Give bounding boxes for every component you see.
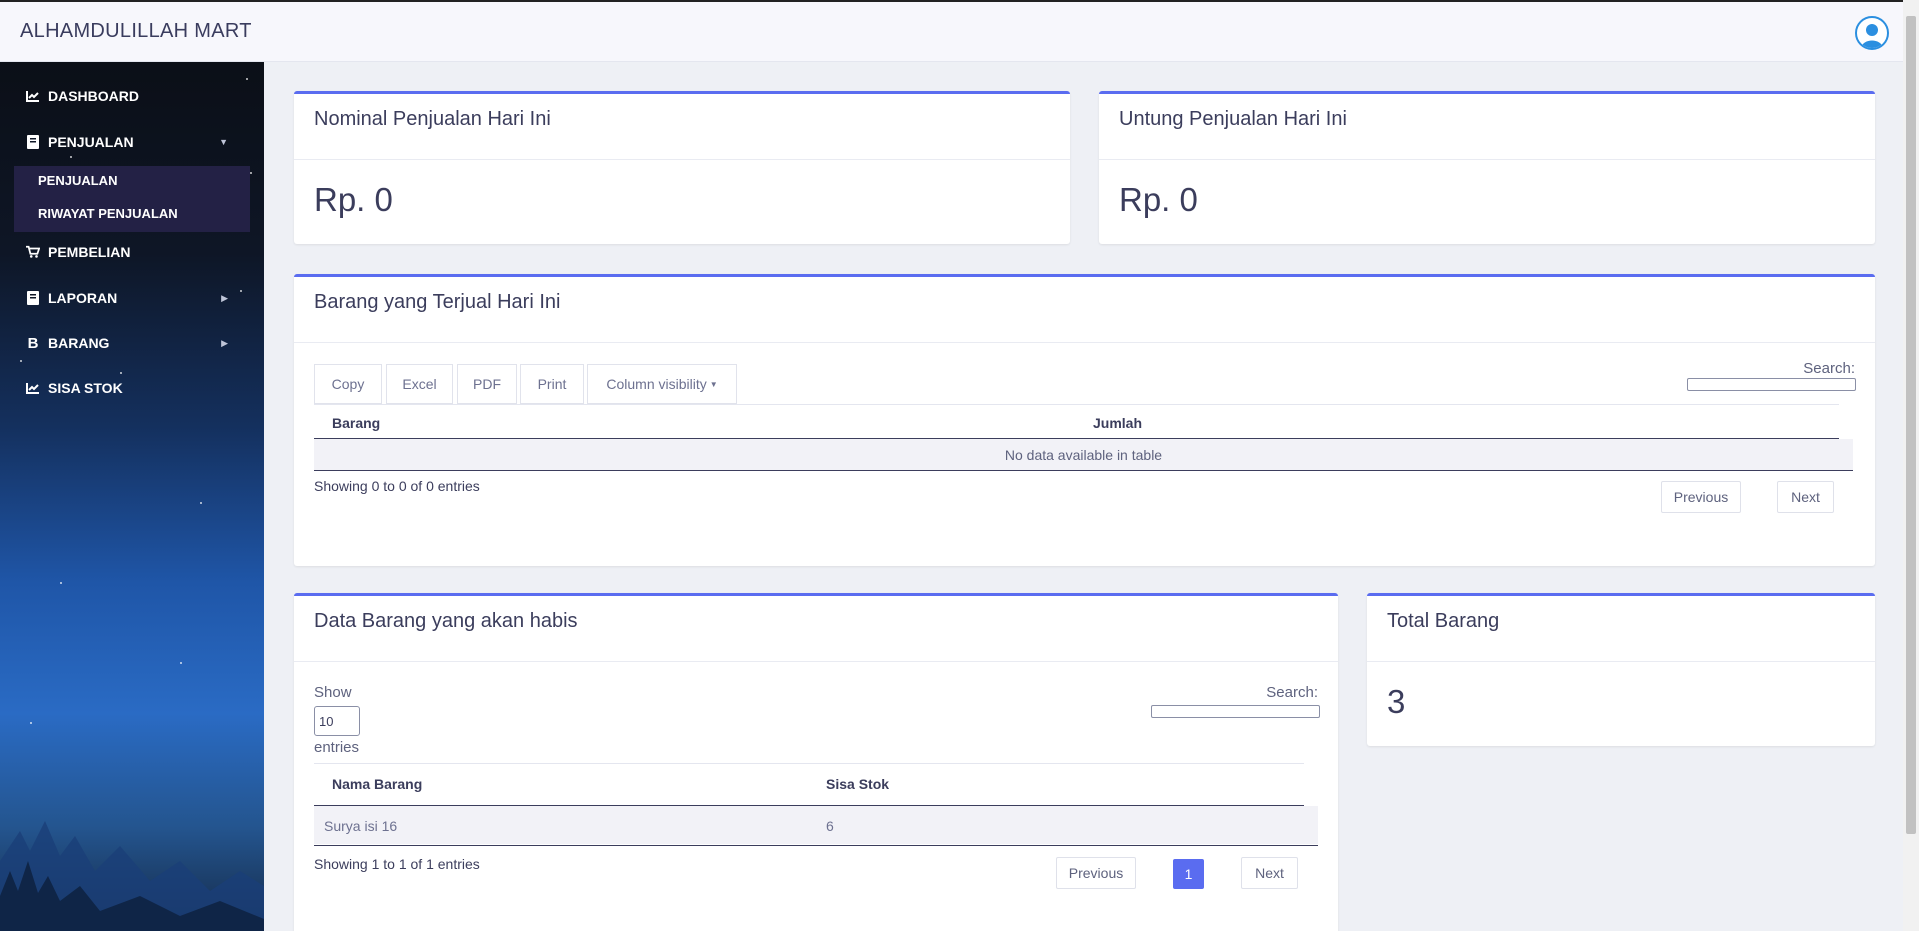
mountain-trees-decoration [0,821,264,931]
sidebar-item-laporan[interactable]: LAPORAN ▶ [0,280,264,316]
sidebar-item-label: BARANG [48,335,110,351]
caret-right-icon: ▶ [221,292,228,303]
copy-button[interactable]: Copy [314,364,382,404]
column-visibility-button[interactable]: Column visibility ▼ [587,364,737,404]
card-divider [1367,661,1875,662]
top-navbar: ALHAMDULILLAH MART [0,0,1903,62]
card-divider [294,661,1338,662]
bitcoin-b-icon: B [27,334,39,352]
search-input[interactable] [1687,378,1856,391]
user-avatar-icon[interactable] [1855,16,1889,50]
sidebar-item-barang[interactable]: B BARANG ▶ [0,325,264,361]
table-info: Showing 1 to 1 of 1 entries [314,856,480,872]
total-barang-value: 3 [1387,683,1406,720]
excel-button[interactable]: Excel [386,364,453,404]
search-input[interactable] [1151,705,1320,718]
sidebar-item-sisa-stok[interactable]: SISA STOK [0,370,264,406]
card-divider [1099,159,1875,160]
card-divider [294,342,1875,343]
pdf-button[interactable]: PDF [457,364,517,404]
book-icon [26,135,40,149]
column-header-barang[interactable]: Barang [332,415,380,431]
sidebar-item-pembelian[interactable]: PEMBELIAN [0,234,264,270]
nominal-value: Rp. 0 [314,181,393,218]
column-header-jumlah[interactable]: Jumlah [1093,415,1142,431]
show-label: Show [314,684,352,701]
nominal-penjualan-card: Nominal Penjualan Hari Ini Rp. 0 [294,91,1070,244]
book-icon [26,291,40,305]
next-page-button[interactable]: Next [1777,481,1834,513]
previous-page-button[interactable]: Previous [1056,857,1136,889]
table-top-border [314,404,1839,405]
scrollbar-thumb[interactable] [1906,16,1916,834]
column-header-sisa-stok[interactable]: Sisa Stok [826,776,889,792]
empty-table-message: No data available in table [1004,447,1163,463]
search-label: Search: [1266,684,1318,701]
app-title[interactable]: ALHAMDULILLAH MART [20,20,252,43]
submenu-item-riwayat-penjualan[interactable]: RIWAYAT PENJUALAN [38,206,178,221]
page-1-button[interactable]: 1 [1173,859,1204,889]
untung-penjualan-card: Untung Penjualan Hari Ini Rp. 0 [1099,91,1875,244]
table-row[interactable]: Surya isi 16 6 [314,806,1318,844]
barang-terjual-card: Barang yang Terjual Hari Ini Copy Excel … [294,274,1875,566]
sidebar-item-penjualan[interactable]: PENJUALAN ▼ [0,124,264,160]
total-barang-card: Total Barang 3 [1367,593,1875,746]
card-divider [294,159,1070,160]
entries-label: entries [314,739,360,756]
card-title: Data Barang yang akan habis [314,610,578,632]
table-bottom-border [314,470,1853,471]
card-title: Total Barang [1387,610,1500,632]
next-page-button[interactable]: Next [1241,857,1298,889]
search-label: Search: [1803,360,1855,377]
sidebar-item-label: PEMBELIAN [48,244,131,260]
chart-line-icon [26,89,40,103]
sidebar-item-label: LAPORAN [48,290,118,306]
card-title: Untung Penjualan Hari Ini [1119,108,1347,130]
previous-page-button[interactable]: Previous [1661,481,1741,513]
column-header-nama-barang[interactable]: Nama Barang [332,776,422,792]
empty-row: No data available in table [314,439,1853,470]
cart-icon [26,245,40,259]
page-scrollbar[interactable] [1903,0,1919,931]
table-info: Showing 0 to 0 of 0 entries [314,478,480,494]
cell-nama-barang: Surya isi 16 [324,818,398,834]
sidebar: DASHBOARD PENJUALAN ▼ PENJUALAN RIWAYAT … [0,62,264,931]
caret-down-icon: ▼ [709,379,718,389]
print-button[interactable]: Print [520,364,584,404]
sidebar-item-label: DASHBOARD [48,88,139,104]
cell-sisa-stok: 6 [826,818,834,834]
caret-right-icon: ▶ [221,337,228,348]
untung-value: Rp. 0 [1119,181,1198,218]
submenu-item-penjualan[interactable]: PENJUALAN [38,173,117,188]
table-top-border [314,763,1304,764]
sidebar-item-dashboard[interactable]: DASHBOARD [0,78,264,114]
penjualan-submenu: PENJUALAN RIWAYAT PENJUALAN [14,166,250,232]
sidebar-item-label: SISA STOK [48,380,123,396]
card-title: Nominal Penjualan Hari Ini [314,108,551,130]
column-visibility-label: Column visibility [606,376,707,392]
caret-down-icon: ▼ [219,137,228,147]
barang-akan-habis-card: Data Barang yang akan habis Show 10 entr… [294,593,1338,931]
entries-length-select[interactable]: 10 [314,706,360,736]
card-title: Barang yang Terjual Hari Ini [314,291,561,313]
chart-line-icon [26,381,40,395]
table-bottom-border [314,845,1318,846]
sidebar-item-label: PENJUALAN [48,134,134,150]
